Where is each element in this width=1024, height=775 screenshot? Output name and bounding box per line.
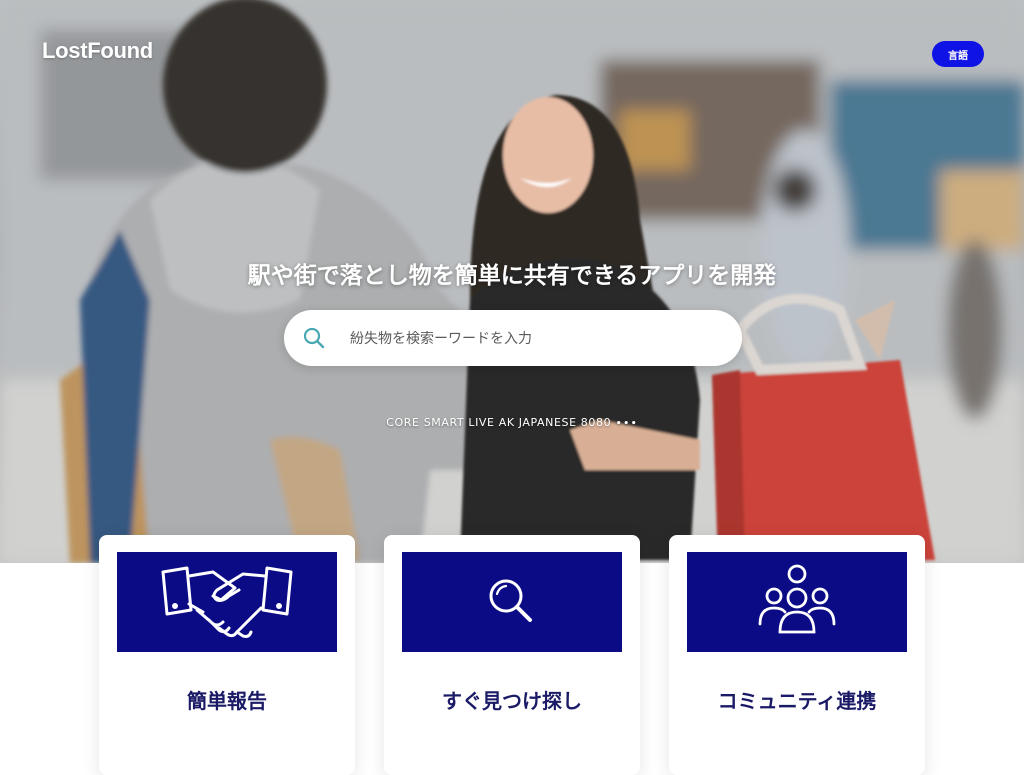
app-logo[interactable]: LostFound <box>42 38 153 64</box>
card-banner <box>117 552 337 652</box>
feature-card-search[interactable]: すぐ見つけ探し <box>384 535 640 775</box>
card-label: 簡単報告 <box>187 689 267 713</box>
search-icon[interactable] <box>302 326 326 350</box>
hero-note: CORE SMART LIVE AK JAPANESE 8080 ∙∙∙ <box>386 416 638 429</box>
feature-card-community[interactable]: コミュニティ連携 <box>669 535 925 775</box>
feature-card-report[interactable]: 簡単報告 <box>99 535 355 775</box>
language-button[interactable]: 言語 <box>932 41 984 67</box>
search-bar[interactable] <box>284 310 742 366</box>
search-input[interactable] <box>348 324 722 354</box>
card-banner <box>687 552 907 652</box>
hero-title: 駅や街で落とし物を簡単に共有できるアプリを開発 <box>247 263 777 289</box>
community-icon <box>758 564 836 634</box>
handshake-icon <box>161 566 293 638</box>
card-banner <box>402 552 622 652</box>
magnifier-icon <box>489 579 532 622</box>
hero-section: LostFound 言語 駅や街で落とし物を簡単に共有できるアプリを開発 COR… <box>0 0 1024 563</box>
card-label: コミュニティ連携 <box>717 689 877 713</box>
card-label: すぐ見つけ探し <box>442 689 582 713</box>
